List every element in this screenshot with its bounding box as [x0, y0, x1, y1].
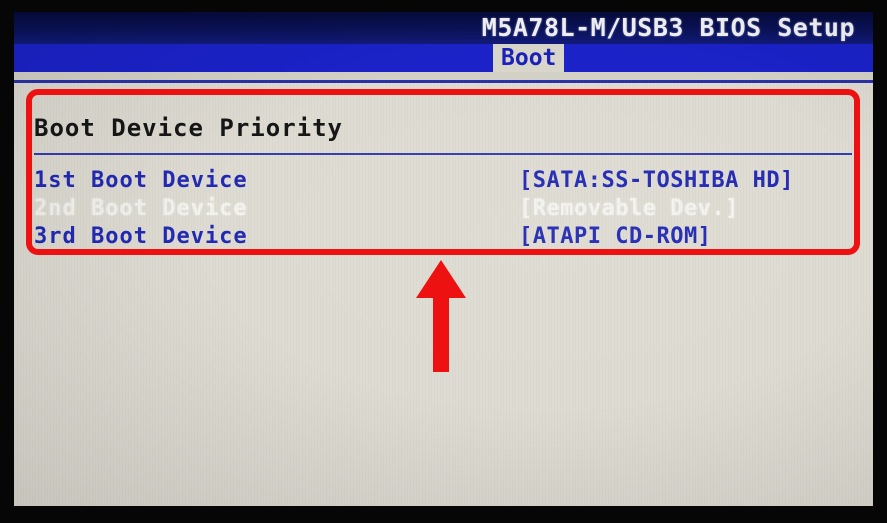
boot-device-row-2[interactable]: 2nd Boot Device [Removable Dev.] — [34, 195, 852, 223]
bios-title-text: M5A78L-M/USB3 BIOS Setup — [481, 13, 855, 42]
bios-screen: M5A78L-M/USB3 BIOS Setup Boot Boot Devic… — [14, 12, 873, 506]
tab-boot[interactable]: Boot — [493, 44, 565, 72]
bios-title-bar: M5A78L-M/USB3 BIOS Setup — [14, 12, 873, 44]
boot-device-value-3[interactable]: [ATAPI CD-ROM] — [519, 223, 711, 251]
boot-device-value-1[interactable]: [SATA:SS-TOSHIBA HD] — [519, 167, 794, 195]
boot-device-label-3: 3rd Boot Device — [34, 224, 248, 249]
boot-device-priority-list: 1st Boot Device [SATA:SS-TOSHIBA HD] 2nd… — [34, 167, 852, 251]
section-title-divider — [34, 153, 852, 155]
boot-device-row-1[interactable]: 1st Boot Device [SATA:SS-TOSHIBA HD] — [34, 167, 852, 195]
bios-main-panel: Boot Device Priority 1st Boot Device [SA… — [14, 83, 873, 506]
boot-device-row-3[interactable]: 3rd Boot Device [ATAPI CD-ROM] — [34, 223, 852, 251]
boot-device-label-2: 2nd Boot Device — [34, 196, 248, 221]
boot-device-label-1: 1st Boot Device — [34, 168, 248, 193]
section-title-boot-device-priority: Boot Device Priority — [34, 114, 343, 142]
boot-device-value-2[interactable]: [Removable Dev.] — [519, 195, 739, 223]
bios-setup-screenshot: M5A78L-M/USB3 BIOS Setup Boot Boot Devic… — [0, 0, 887, 523]
bios-tab-bar[interactable]: Boot — [14, 44, 873, 72]
tab-underline-strip — [14, 72, 873, 80]
